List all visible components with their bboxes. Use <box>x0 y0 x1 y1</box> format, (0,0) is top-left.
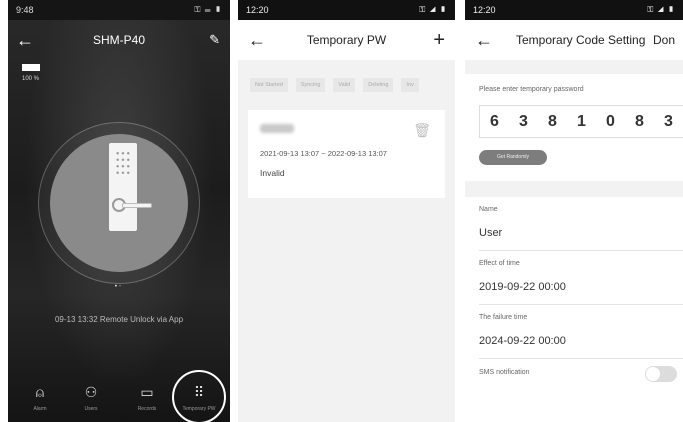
back-arrow-icon[interactable]: ← <box>475 20 493 60</box>
filter-not-started[interactable]: Not Started <box>250 78 288 92</box>
top-nav: ← Temporary PW + <box>238 20 455 60</box>
get-randomly-button[interactable]: Get Randomly <box>479 150 547 165</box>
lock-home-screen: 9:48 ⚿ ☰ ▮ ← SHM-P40 ✎ 100 % •• 09-13 13… <box>8 0 230 422</box>
edit-pencil-icon[interactable]: ✎ <box>209 28 220 52</box>
temporary-pw-screen: 12:20 ⚿ ◢ ▮ ← Temporary PW + Not Started… <box>238 0 455 422</box>
status-time: 9:48 <box>16 5 34 15</box>
status-bar: 9:48 ⚿ ☰ ▮ <box>8 0 230 20</box>
battery-icon <box>22 64 40 71</box>
code-digit: 1 <box>577 112 586 130</box>
last-event-text: 09-13 13:32 Remote Unlock via App <box>54 315 184 324</box>
battery-percentage: 100 % <box>22 76 40 82</box>
code-digit: 0 <box>606 112 615 130</box>
code-digit: 6 <box>490 112 499 130</box>
status-icons: ⚿ ◢ ▮ <box>647 5 675 14</box>
tab-label: Alarm <box>33 406 47 412</box>
add-icon[interactable]: + <box>433 20 445 60</box>
filter-syncing[interactable]: Syncing <box>295 78 326 92</box>
top-nav: ← SHM-P40 ✎ <box>8 28 230 52</box>
status-bar: 12:20 ⚿ ◢ ▮ <box>465 0 683 20</box>
failure-time-field[interactable]: 2024-09-22 00:00 <box>465 321 683 347</box>
top-nav: ← Temporary Code Setting Don <box>465 20 683 60</box>
lock-handle-icon <box>122 203 152 208</box>
name-field[interactable]: User <box>465 213 683 239</box>
page-indicator: •• <box>8 284 230 290</box>
status-time: 12:20 <box>473 5 496 15</box>
records-icon: ▭ <box>140 384 154 400</box>
section-spacer <box>465 181 683 197</box>
status-bar: 12:20 ⚿ ◢ ▮ <box>238 0 455 20</box>
tab-records[interactable]: ▭ Records <box>122 378 172 412</box>
trash-icon[interactable]: 🗑 <box>413 122 431 139</box>
code-digit: 3 <box>519 112 528 130</box>
toggle-knob <box>646 367 660 381</box>
blurred-name <box>260 124 294 133</box>
password-hint: Please enter temporary password <box>479 86 584 93</box>
pager-dot: • <box>119 284 124 290</box>
sms-label: SMS notification <box>479 369 530 376</box>
effect-time-label: Effect of time <box>479 260 520 267</box>
status-label: Invalid <box>260 168 285 178</box>
filter-invalid[interactable]: Inv <box>401 78 419 92</box>
failure-time-label: The failure time <box>479 314 528 321</box>
name-label: Name <box>479 206 498 213</box>
highlight-circle <box>172 370 226 422</box>
tab-users[interactable]: ⚇ Users <box>66 378 116 412</box>
code-digit: 8 <box>635 112 644 130</box>
page-title: Temporary Code Setting <box>516 33 646 47</box>
code-digit: 8 <box>548 112 557 130</box>
filter-deleting[interactable]: Deleting <box>363 78 394 92</box>
tab-alarm[interactable]: ⍝ Alarm <box>15 378 65 412</box>
tab-label: Records <box>137 406 157 412</box>
status-time: 12:20 <box>246 5 269 15</box>
status-filter-bar: Not Started Syncing Valid Deleting Inv <box>238 78 455 92</box>
sms-notification-row: SMS notification <box>465 359 683 387</box>
status-icons: ⚿ ◢ ▮ <box>419 5 447 14</box>
done-button[interactable]: Don <box>653 20 675 60</box>
alarm-icon: ⍝ <box>35 384 45 400</box>
filter-valid[interactable]: Valid <box>333 78 356 92</box>
status-icons: ⚿ ☰ ▮ <box>194 5 222 14</box>
validity-range: 2021-09-13 13:07 ~ 2022-09-13 13:07 <box>260 149 387 158</box>
sms-toggle[interactable] <box>645 366 677 382</box>
users-icon: ⚇ <box>84 384 98 400</box>
effect-time-field[interactable]: 2019-09-22 00:00 <box>465 267 683 293</box>
code-digit: 3 <box>664 112 673 130</box>
password-card[interactable]: 🗑 2021-09-13 13:07 ~ 2022-09-13 13:07 In… <box>248 110 445 198</box>
page-title: Temporary PW <box>306 33 387 47</box>
device-title: SHM-P40 <box>92 33 145 47</box>
tab-label: Users <box>84 406 98 412</box>
keypad-icon <box>115 150 131 176</box>
code-input[interactable]: 6 3 8 1 0 8 3 <box>479 105 683 138</box>
section-spacer <box>465 60 683 74</box>
temporary-code-setting-screen: 12:20 ⚿ ◢ ▮ ← Temporary Code Setting Don… <box>465 0 683 422</box>
